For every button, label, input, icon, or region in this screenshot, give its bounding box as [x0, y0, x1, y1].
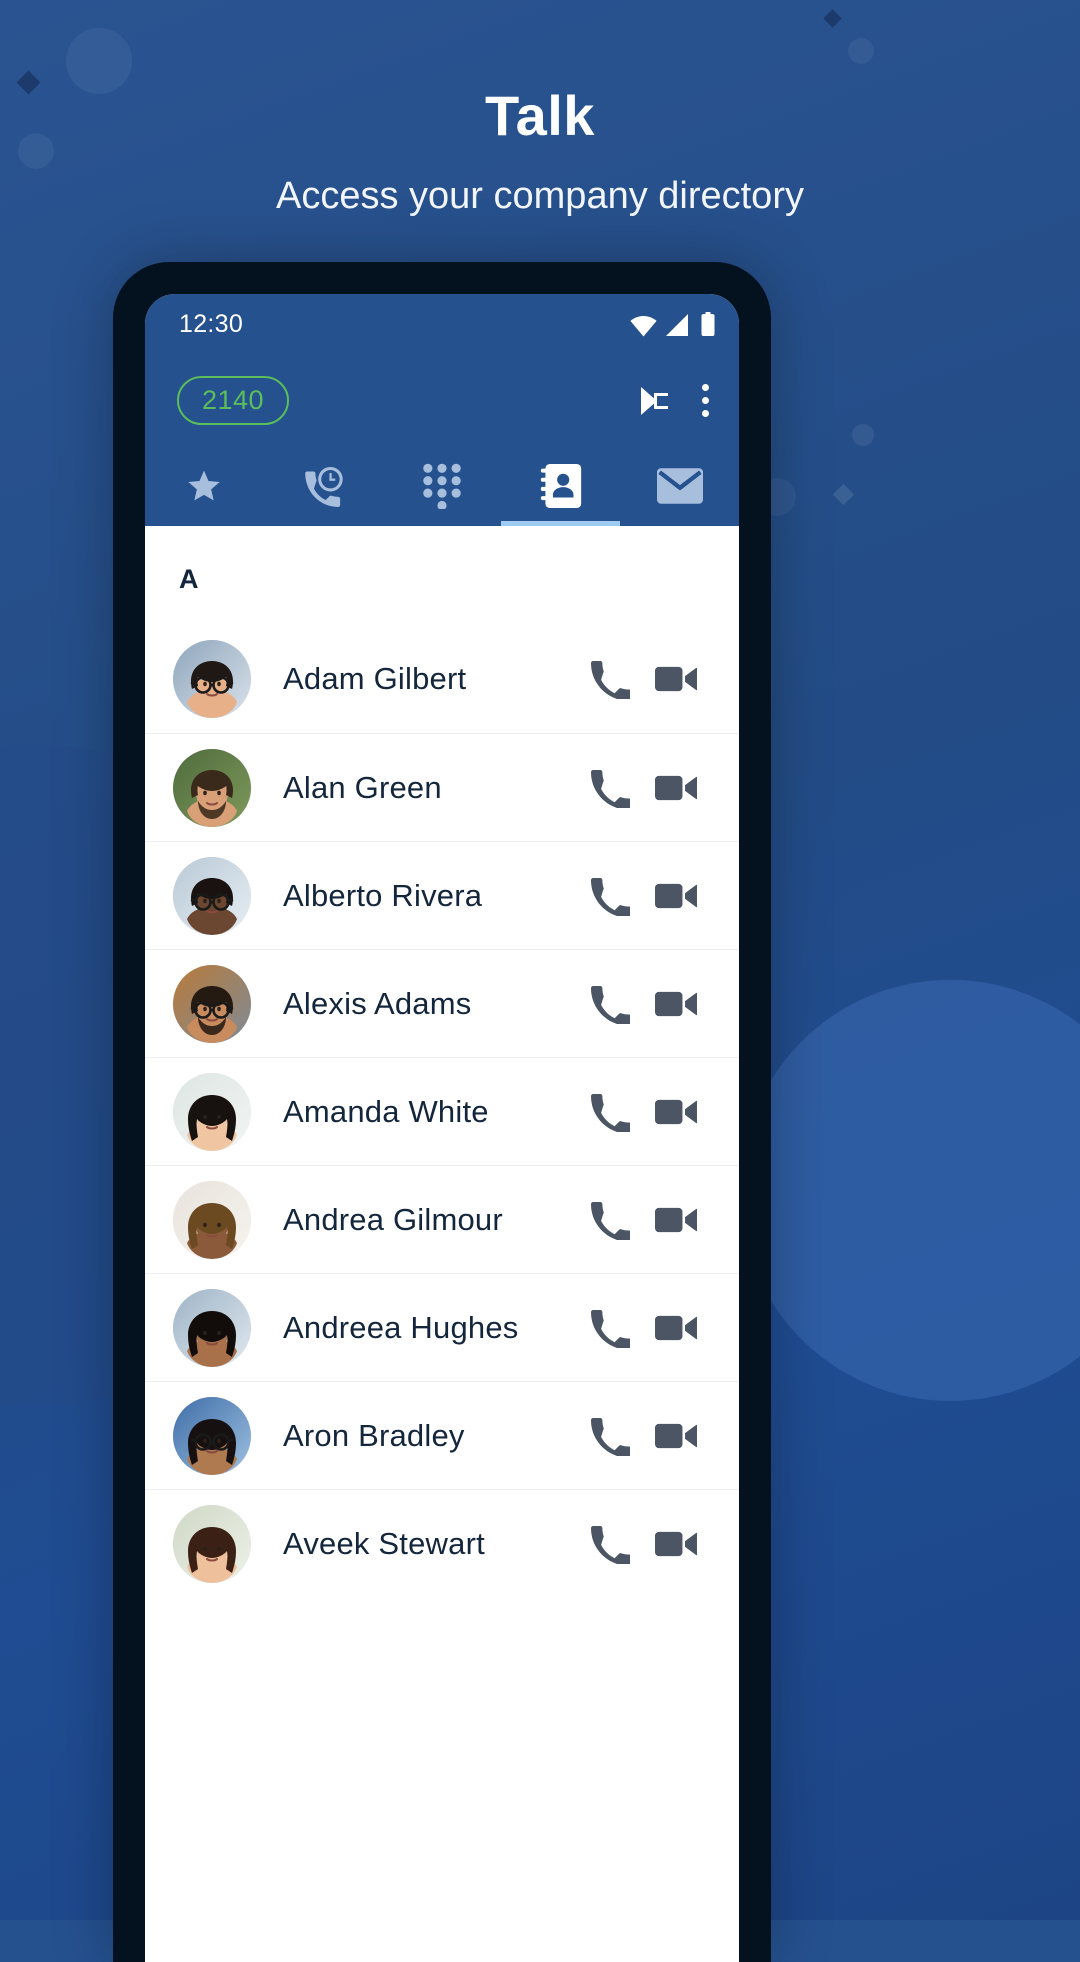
decor-circle: [66, 28, 132, 94]
video-camera-icon: [655, 989, 697, 1019]
page-title: Talk: [485, 84, 595, 147]
page-subtitle: Access your company directory: [276, 175, 804, 217]
tab-voicemail[interactable]: [620, 446, 739, 526]
contact-name: Amanda White: [283, 1093, 489, 1129]
section-header-letter: A: [179, 564, 199, 594]
hero-header: Talk Access your company directory: [0, 88, 1080, 218]
video-call-button[interactable]: [643, 1205, 709, 1235]
video-call-button[interactable]: [643, 773, 709, 803]
contact-row[interactable]: Andreea Hughes: [145, 1273, 739, 1381]
call-button[interactable]: [577, 768, 643, 808]
video-camera-icon: [655, 664, 697, 694]
decor-diamond: [823, 9, 842, 28]
call-button[interactable]: [577, 984, 643, 1024]
avatar: [173, 856, 251, 935]
contact-row[interactable]: Amanda White: [145, 1057, 739, 1165]
video-call-button[interactable]: [643, 1529, 709, 1559]
contact-row[interactable]: Alberto Rivera: [145, 841, 739, 949]
phone-icon: [590, 1308, 630, 1348]
avatar: [173, 1504, 251, 1583]
tab-bar: [145, 446, 739, 526]
video-call-button[interactable]: [643, 1421, 709, 1451]
decor-circle: [848, 38, 874, 64]
video-camera-icon: [655, 773, 697, 803]
video-call-button[interactable]: [643, 881, 709, 911]
contact-rows: Adam Gilbert Alan Green Alberto Rivera Alex…: [145, 625, 739, 1597]
video-camera-icon: [655, 1313, 697, 1343]
tab-favorites[interactable]: [145, 446, 264, 526]
status-bar-icons: [630, 312, 715, 337]
contact-row[interactable]: Aveek Stewart: [145, 1489, 739, 1597]
video-call-button[interactable]: [643, 989, 709, 1019]
tab-recents[interactable]: [264, 446, 383, 526]
phone-icon: [590, 876, 630, 916]
video-call-button[interactable]: [643, 1097, 709, 1127]
contact-name: Adam Gilbert: [283, 661, 467, 696]
envelope-icon: [656, 468, 703, 504]
call-button[interactable]: [577, 1416, 643, 1456]
avatar: [173, 1396, 251, 1475]
phone-mockup: 12:30 2140 A Adam Gilbert Alan Green Alb…: [113, 262, 771, 1962]
video-call-button[interactable]: [643, 1313, 709, 1343]
phone-icon: [590, 984, 630, 1024]
video-camera-icon: [655, 881, 697, 911]
call-transfer-icon[interactable]: [621, 383, 669, 417]
contact-row[interactable]: Andrea Gilmour: [145, 1165, 739, 1273]
contacts-book-icon: [540, 464, 582, 508]
tab-contacts[interactable]: [501, 446, 620, 526]
contacts-list[interactable]: A Adam Gilbert Alan Green Alberto Rivera Al…: [145, 526, 739, 1962]
phone-icon: [590, 1092, 630, 1132]
avatar: [173, 748, 251, 827]
avatar: [173, 1072, 251, 1151]
recent-calls-icon: [301, 465, 345, 507]
decor-diamond: [832, 483, 855, 506]
call-button[interactable]: [577, 1200, 643, 1240]
more-vertical-icon[interactable]: [693, 380, 717, 421]
wifi-icon: [630, 316, 657, 337]
call-button[interactable]: [577, 1308, 643, 1348]
contact-name: Aron Bradley: [283, 1417, 465, 1453]
app-bar-actions: [621, 380, 717, 421]
status-bar: 12:30: [145, 294, 739, 354]
extension-badge[interactable]: 2140: [177, 375, 290, 425]
phone-icon: [590, 1200, 630, 1240]
avatar: [173, 1180, 251, 1259]
contact-name: Andrea Gilmour: [283, 1201, 503, 1237]
call-button[interactable]: [577, 659, 643, 699]
call-button[interactable]: [577, 1524, 643, 1564]
video-camera-icon: [655, 1529, 697, 1559]
contact-row[interactable]: Alexis Adams: [145, 949, 739, 1057]
dialpad-icon: [422, 463, 462, 509]
decor-circle: [852, 424, 874, 446]
contact-name: Alan Green: [283, 769, 442, 805]
contact-name: Andreea Hughes: [283, 1309, 519, 1345]
phone-screen: 12:30 2140 A Adam Gilbert Alan Green Alb…: [145, 294, 739, 1962]
video-call-button[interactable]: [643, 664, 709, 694]
contact-name: Alexis Adams: [283, 985, 472, 1021]
tab-dialpad[interactable]: [383, 446, 502, 526]
contact-row[interactable]: Alan Green: [145, 733, 739, 841]
contact-row[interactable]: Aron Bradley: [145, 1381, 739, 1489]
battery-icon: [701, 312, 715, 336]
contact-row[interactable]: Adam Gilbert: [145, 625, 739, 733]
status-bar-clock: 12:30: [179, 309, 244, 338]
contact-name: Aveek Stewart: [283, 1525, 485, 1561]
call-button[interactable]: [577, 876, 643, 916]
cellular-signal-icon: [666, 314, 690, 336]
contact-name: Alberto Rivera: [283, 877, 483, 913]
phone-icon: [590, 1416, 630, 1456]
avatar: [173, 964, 251, 1043]
star-icon: [183, 466, 225, 506]
call-button[interactable]: [577, 1092, 643, 1132]
app-bar: 2140: [145, 354, 739, 446]
avatar: [173, 1288, 251, 1367]
video-camera-icon: [655, 1205, 697, 1235]
phone-icon: [590, 1524, 630, 1564]
phone-icon: [590, 768, 630, 808]
video-camera-icon: [655, 1097, 697, 1127]
phone-icon: [590, 659, 630, 699]
video-camera-icon: [655, 1421, 697, 1451]
avatar: [173, 640, 251, 718]
